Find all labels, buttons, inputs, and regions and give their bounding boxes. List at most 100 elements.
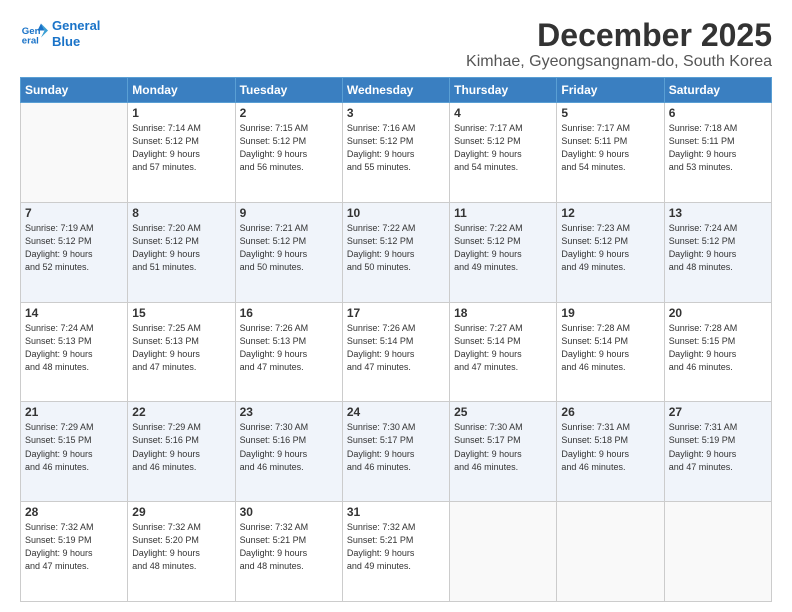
table-row (21, 103, 128, 203)
day-info: Sunrise: 7:28 AMSunset: 5:15 PMDaylight:… (669, 322, 767, 374)
day-number: 25 (454, 405, 552, 419)
day-info: Sunrise: 7:17 AMSunset: 5:11 PMDaylight:… (561, 122, 659, 174)
day-number: 2 (240, 106, 338, 120)
table-row: 17Sunrise: 7:26 AMSunset: 5:14 PMDayligh… (342, 302, 449, 402)
table-row: 5 Sunrise: 7:17 AMSunset: 5:11 PMDaylight… (557, 103, 664, 203)
day-info: Sunrise: 7:22 AMSunset: 5:12 PMDaylight:… (347, 222, 445, 274)
logo: Gen eral General Blue (20, 18, 100, 49)
day-number: 16 (240, 306, 338, 320)
day-number: 21 (25, 405, 123, 419)
table-row: 27 Sunrise: 7:31 AMSunset: 5:19 PMDayligh… (664, 402, 771, 502)
day-number: 24 (347, 405, 445, 419)
svg-text:eral: eral (22, 35, 39, 46)
day-info: Sunrise: 7:27 AMSunset: 5:14 PMDaylight:… (454, 322, 552, 374)
table-row: 4Sunrise: 7:17 AMSunset: 5:12 PMDaylight… (450, 103, 557, 203)
day-number: 15 (132, 306, 230, 320)
title-block: December 2025 Kimhae, Gyeongsangnam-do, … (466, 18, 772, 71)
day-info: Sunrise: 7:16 AMSunset: 5:12 PMDaylight:… (347, 122, 445, 174)
table-row: 2 Sunrise: 7:15 AMSunset: 5:12 PMDaylight… (235, 103, 342, 203)
table-row: 1 Sunrise: 7:14 AMSunset: 5:12 PMDaylight… (128, 103, 235, 203)
day-info: Sunrise: 7:23 AMSunset: 5:12 PMDaylight:… (561, 222, 659, 274)
day-info: Sunrise: 7:31 AMSunset: 5:19 PMDaylight:… (669, 421, 767, 473)
day-number: 28 (25, 505, 123, 519)
day-number: 6 (669, 106, 767, 120)
day-number: 14 (25, 306, 123, 320)
day-info: Sunrise: 7:30 AMSunset: 5:17 PMDaylight:… (347, 421, 445, 473)
day-number: 26 (561, 405, 659, 419)
day-info: Sunrise: 7:29 AMSunset: 5:16 PMDaylight:… (132, 421, 230, 473)
page-header: Gen eral General Blue December 2025 Kimh… (20, 18, 772, 71)
table-row: 6 Sunrise: 7:18 AMSunset: 5:11 PMDaylight… (664, 103, 771, 203)
calendar-week-row: 28 Sunrise: 7:32 AMSunset: 5:19 PMDayligh… (21, 502, 772, 602)
day-info: Sunrise: 7:32 AMSunset: 5:19 PMDaylight:… (25, 521, 123, 573)
calendar-week-row: 1 Sunrise: 7:14 AMSunset: 5:12 PMDaylight… (21, 103, 772, 203)
day-info: Sunrise: 7:14 AMSunset: 5:12 PMDaylight:… (132, 122, 230, 174)
day-info: Sunrise: 7:19 AMSunset: 5:12 PMDaylight:… (25, 222, 123, 274)
day-info: Sunrise: 7:25 AMSunset: 5:13 PMDaylight:… (132, 322, 230, 374)
day-number: 23 (240, 405, 338, 419)
day-info: Sunrise: 7:32 AMSunset: 5:20 PMDaylight:… (132, 521, 230, 573)
calendar-week-row: 7 Sunrise: 7:19 AMSunset: 5:12 PMDaylight… (21, 202, 772, 302)
logo-icon: Gen eral (20, 20, 48, 48)
day-number: 13 (669, 206, 767, 220)
day-number: 9 (240, 206, 338, 220)
day-number: 5 (561, 106, 659, 120)
table-row: 3Sunrise: 7:16 AMSunset: 5:12 PMDaylight… (342, 103, 449, 203)
page-subtitle: Kimhae, Gyeongsangnam-do, South Korea (466, 53, 772, 71)
table-row: 18 Sunrise: 7:27 AMSunset: 5:14 PMDayligh… (450, 302, 557, 402)
day-info: Sunrise: 7:32 AMSunset: 5:21 PMDaylight:… (347, 521, 445, 573)
table-row: 24 Sunrise: 7:30 AMSunset: 5:17 PMDayligh… (342, 402, 449, 502)
table-row: 19 Sunrise: 7:28 AMSunset: 5:14 PMDayligh… (557, 302, 664, 402)
day-info: Sunrise: 7:31 AMSunset: 5:18 PMDaylight:… (561, 421, 659, 473)
day-number: 27 (669, 405, 767, 419)
col-wednesday: Wednesday (342, 78, 449, 103)
page-title: December 2025 (466, 18, 772, 53)
day-number: 8 (132, 206, 230, 220)
day-info: Sunrise: 7:24 AMSunset: 5:12 PMDaylight:… (669, 222, 767, 274)
day-number: 30 (240, 505, 338, 519)
calendar-table: Sunday Monday Tuesday Wednesday Thursday… (20, 77, 772, 602)
day-number: 1 (132, 106, 230, 120)
day-number: 29 (132, 505, 230, 519)
table-row: 25Sunrise: 7:30 AMSunset: 5:17 PMDayligh… (450, 402, 557, 502)
day-number: 22 (132, 405, 230, 419)
calendar-header-row: Sunday Monday Tuesday Wednesday Thursday… (21, 78, 772, 103)
day-number: 10 (347, 206, 445, 220)
calendar-week-row: 21 Sunrise: 7:29 AMSunset: 5:15 PMDayligh… (21, 402, 772, 502)
day-info: Sunrise: 7:18 AMSunset: 5:11 PMDaylight:… (669, 122, 767, 174)
table-row: 10 Sunrise: 7:22 AMSunset: 5:12 PMDayligh… (342, 202, 449, 302)
table-row: 15 Sunrise: 7:25 AMSunset: 5:13 PMDayligh… (128, 302, 235, 402)
day-info: Sunrise: 7:15 AMSunset: 5:12 PMDaylight:… (240, 122, 338, 174)
day-number: 7 (25, 206, 123, 220)
table-row: 30 Sunrise: 7:32 AMSunset: 5:21 PMDayligh… (235, 502, 342, 602)
day-info: Sunrise: 7:32 AMSunset: 5:21 PMDaylight:… (240, 521, 338, 573)
table-row: 26 Sunrise: 7:31 AMSunset: 5:18 PMDayligh… (557, 402, 664, 502)
table-row: 7 Sunrise: 7:19 AMSunset: 5:12 PMDaylight… (21, 202, 128, 302)
table-row: 28 Sunrise: 7:32 AMSunset: 5:19 PMDayligh… (21, 502, 128, 602)
table-row: 8 Sunrise: 7:20 AMSunset: 5:12 PMDaylight… (128, 202, 235, 302)
day-number: 31 (347, 505, 445, 519)
day-number: 12 (561, 206, 659, 220)
col-friday: Friday (557, 78, 664, 103)
col-tuesday: Tuesday (235, 78, 342, 103)
table-row: 16Sunrise: 7:26 AMSunset: 5:13 PMDayligh… (235, 302, 342, 402)
table-row: 9Sunrise: 7:21 AMSunset: 5:12 PMDaylight… (235, 202, 342, 302)
day-info: Sunrise: 7:29 AMSunset: 5:15 PMDaylight:… (25, 421, 123, 473)
col-sunday: Sunday (21, 78, 128, 103)
day-info: Sunrise: 7:28 AMSunset: 5:14 PMDaylight:… (561, 322, 659, 374)
table-row: 13 Sunrise: 7:24 AMSunset: 5:12 PMDayligh… (664, 202, 771, 302)
day-number: 19 (561, 306, 659, 320)
table-row: 22 Sunrise: 7:29 AMSunset: 5:16 PMDayligh… (128, 402, 235, 502)
day-number: 11 (454, 206, 552, 220)
day-info: Sunrise: 7:17 AMSunset: 5:12 PMDaylight:… (454, 122, 552, 174)
day-info: Sunrise: 7:24 AMSunset: 5:13 PMDaylight:… (25, 322, 123, 374)
day-number: 17 (347, 306, 445, 320)
col-thursday: Thursday (450, 78, 557, 103)
table-row: 23 Sunrise: 7:30 AMSunset: 5:16 PMDayligh… (235, 402, 342, 502)
day-info: Sunrise: 7:30 AMSunset: 5:16 PMDaylight:… (240, 421, 338, 473)
table-row: 14 Sunrise: 7:24 AMSunset: 5:13 PMDayligh… (21, 302, 128, 402)
day-info: Sunrise: 7:20 AMSunset: 5:12 PMDaylight:… (132, 222, 230, 274)
day-number: 18 (454, 306, 552, 320)
table-row: 12 Sunrise: 7:23 AMSunset: 5:12 PMDayligh… (557, 202, 664, 302)
col-saturday: Saturday (664, 78, 771, 103)
